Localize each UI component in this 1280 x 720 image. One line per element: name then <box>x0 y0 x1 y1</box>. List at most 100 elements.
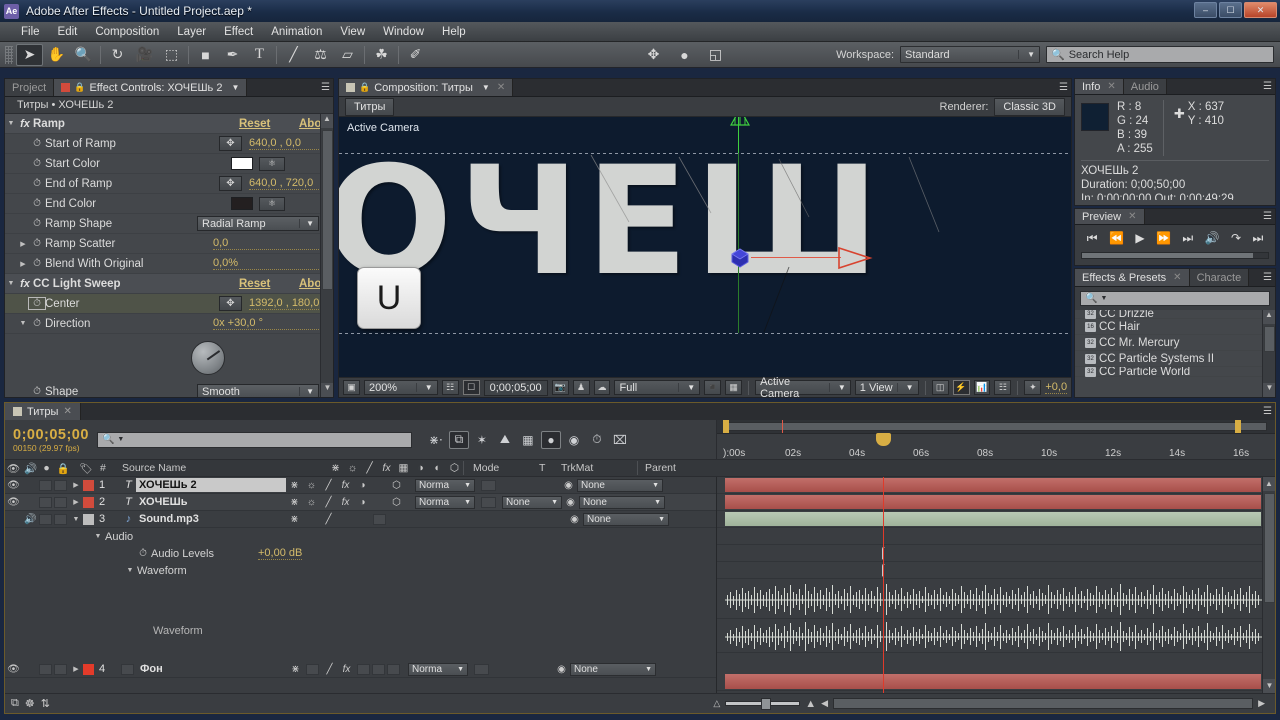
parent-dropdown[interactable]: None ▼ <box>579 495 665 509</box>
region-of-interest-icon[interactable]: ☐ <box>462 380 480 395</box>
draft-3d-icon[interactable]: ⧉ <box>448 430 469 449</box>
close-icon[interactable]: ✕ <box>1128 211 1136 222</box>
tab-preview[interactable]: Preview ✕ <box>1075 209 1145 225</box>
effects-presets-list[interactable]: 32 CC Drizzle 16 CC Hair 32 CC Mr. Mercu… <box>1075 310 1275 397</box>
stopwatch-icon[interactable]: ⏱ <box>29 258 45 269</box>
property-blend-with-original[interactable]: ▶ ⏱ Blend With Original 0,0% <box>5 254 333 274</box>
view-layout-dropdown[interactable]: 1 View ▼ <box>854 380 919 395</box>
zoom-tool-icon[interactable]: 🔍 <box>70 44 97 66</box>
audio-levels-row[interactable]: ⏱ Audio Levels +0,00 dB <box>5 545 716 562</box>
layer-source-name[interactable]: ХОЧЕШь <box>136 495 286 509</box>
stopwatch-icon[interactable]: ⏱ <box>29 158 45 169</box>
tab-character[interactable]: Characte <box>1189 269 1250 286</box>
list-item[interactable]: 32 CC Particle World <box>1075 366 1275 377</box>
menu-effect[interactable]: Effect <box>215 22 262 42</box>
effect-controls-scrollbar[interactable]: ▲ ▼ <box>320 114 333 397</box>
lock-toggle[interactable] <box>54 496 67 508</box>
scroll-up-icon[interactable]: ▲ <box>1263 310 1275 324</box>
clone-stamp-tool-icon[interactable]: ⚖ <box>307 44 334 66</box>
stopwatch-icon[interactable]: ⏱ <box>29 238 45 249</box>
lock-toggle[interactable] <box>54 663 67 675</box>
ram-preview-button[interactable]: ⏭ <box>1252 231 1263 246</box>
label-color-swatch[interactable] <box>83 663 94 675</box>
stopwatch-icon[interactable]: ⏱ <box>29 178 45 189</box>
comp-name-chip[interactable]: Титры <box>345 97 395 116</box>
chevron-down-icon[interactable]: ▼ <box>5 120 17 127</box>
show-channel-icon[interactable]: ☁ <box>593 380 611 395</box>
menu-layer[interactable]: Layer <box>168 22 215 42</box>
composition-mini-flowchart-icon[interactable]: ⋇⋅ <box>426 431 446 449</box>
blend-mode-dropdown[interactable]: Norma ▼ <box>408 662 468 676</box>
layer-source-name[interactable]: ХОЧЕШь 2 <box>136 478 286 492</box>
blend-mode-dropdown[interactable]: Norma ▼ <box>415 478 475 492</box>
toolbar-grip-icon[interactable] <box>5 45 13 64</box>
lock-icon[interactable]: 🔒 <box>74 82 85 93</box>
tab-audio[interactable]: Audio <box>1123 79 1167 94</box>
lock-toggle[interactable] <box>54 513 67 525</box>
brainstorm-icon[interactable]: ● <box>540 430 561 449</box>
menu-view[interactable]: View <box>331 22 374 42</box>
list-item[interactable]: 32 CC Particle Systems II <box>1075 351 1275 367</box>
reset-link-cc-light-sweep[interactable]: Reset <box>239 278 299 290</box>
quality-switch[interactable]: ╱ <box>320 480 337 491</box>
brush-tool-icon[interactable]: ╱ <box>280 44 307 66</box>
scrollbar-thumb[interactable] <box>1264 493 1275 603</box>
close-button[interactable]: ✕ <box>1244 2 1277 18</box>
current-time-indicator-handle[interactable] <box>876 433 891 446</box>
timeline-zoom-slider[interactable] <box>725 698 801 710</box>
property-ramp-scatter[interactable]: ▶ ⏱ Ramp Scatter 0,0 <box>5 234 333 254</box>
tab-info[interactable]: Info ✕ <box>1075 79 1124 94</box>
property-value[interactable]: 0,0 <box>213 237 333 250</box>
take-snapshot-icon[interactable]: 📷 <box>551 380 569 395</box>
timeline-search-input[interactable]: 🔍 ▼ <box>96 431 412 448</box>
exposure-value[interactable]: +0,0 <box>1045 381 1068 394</box>
position-picker-icon[interactable]: ✥ <box>219 176 242 191</box>
video-toggle-icon[interactable]: 👁 <box>5 664 22 675</box>
auto-keyframe-icon[interactable]: ◉ <box>564 431 584 449</box>
graph-editor-icon[interactable]: ⏱ <box>587 431 607 449</box>
comp-flowchart-icon[interactable]: ☸ <box>25 697 35 710</box>
audio-toggle-icon[interactable]: 🔊 <box>22 514 39 525</box>
effect-header-cc-light-sweep[interactable]: ▼ fx CC Light Sweep Reset Abou <box>5 274 333 294</box>
chevron-down-icon[interactable]: ▼ <box>231 83 239 92</box>
composition-viewer[interactable]: Active Camera ОЧЕШ U <box>339 117 1071 377</box>
track-row-layer-3[interactable] <box>717 511 1275 528</box>
scrollbar-thumb[interactable] <box>322 130 333 290</box>
work-area-end-handle[interactable] <box>1235 420 1241 433</box>
track-row-layer-2[interactable] <box>717 494 1275 511</box>
solo-toggle[interactable] <box>39 663 52 675</box>
layer-bar[interactable] <box>725 512 1261 526</box>
workspace-dropdown[interactable]: Standard ▼ <box>900 46 1040 63</box>
scroll-left-icon[interactable]: ◀ <box>821 698 828 709</box>
tab-effects-presets[interactable]: Effects & Presets ✕ <box>1075 269 1190 286</box>
track-row-layer-1[interactable] <box>717 477 1275 494</box>
chevron-right-icon[interactable]: ▶ <box>17 240 29 248</box>
pan-behind-tool-icon[interactable]: ⬚ <box>158 44 185 66</box>
table-row[interactable]: 👁 ▶ 1 T ХОЧЕШь 2 ⋇ ☼ ╱ fx ◑ ⬡ Norma ▼ ◉ … <box>5 477 716 494</box>
list-item[interactable]: 32 CC Mr. Mercury <box>1075 335 1275 351</box>
label-color-swatch[interactable] <box>83 496 94 508</box>
effects-search-input[interactable]: 🔍 ▼ <box>1080 291 1270 306</box>
stopwatch-icon[interactable]: ⏱ <box>28 297 46 310</box>
property-start-color[interactable]: ⏱ Start Color ⚛ <box>5 154 333 174</box>
scroll-down-icon[interactable]: ▼ <box>1263 679 1275 693</box>
menu-help[interactable]: Help <box>433 22 475 42</box>
renderer-button[interactable]: Classic 3D <box>994 97 1065 116</box>
waveform-group-row[interactable]: ▼ Waveform <box>5 562 716 579</box>
effects-switch[interactable]: fx <box>337 497 354 508</box>
eyedropper-icon[interactable]: ⚛ <box>259 196 285 211</box>
track-row-layer-4[interactable] <box>717 673 1275 691</box>
hide-shy-layers-icon[interactable]: ⇅ <box>41 697 50 710</box>
table-row[interactable]: 👁 ▶ 2 T ХОЧЕШь ⋇ ☼ ╱ fx ◑ ⬡ Norma ▼ None… <box>5 494 716 511</box>
layer-bar[interactable] <box>725 495 1261 509</box>
effect-header-ramp[interactable]: ▼ fx Ramp Reset Abou <box>5 114 333 134</box>
timeline-icon[interactable]: 📊 <box>973 380 991 395</box>
three-d-switch[interactable] <box>387 663 400 675</box>
chevron-down-icon[interactable]: ▼ <box>482 83 490 92</box>
motion-blur-switch[interactable] <box>372 663 385 675</box>
tab-project[interactable]: Project <box>5 79 55 96</box>
solo-toggle[interactable] <box>39 513 52 525</box>
track-row-audio-levels[interactable]: ⌠ <box>717 545 1275 562</box>
search-help-field[interactable]: 🔍 Search Help <box>1046 46 1274 63</box>
fast-previews-icon[interactable]: ⚡ <box>952 380 970 395</box>
